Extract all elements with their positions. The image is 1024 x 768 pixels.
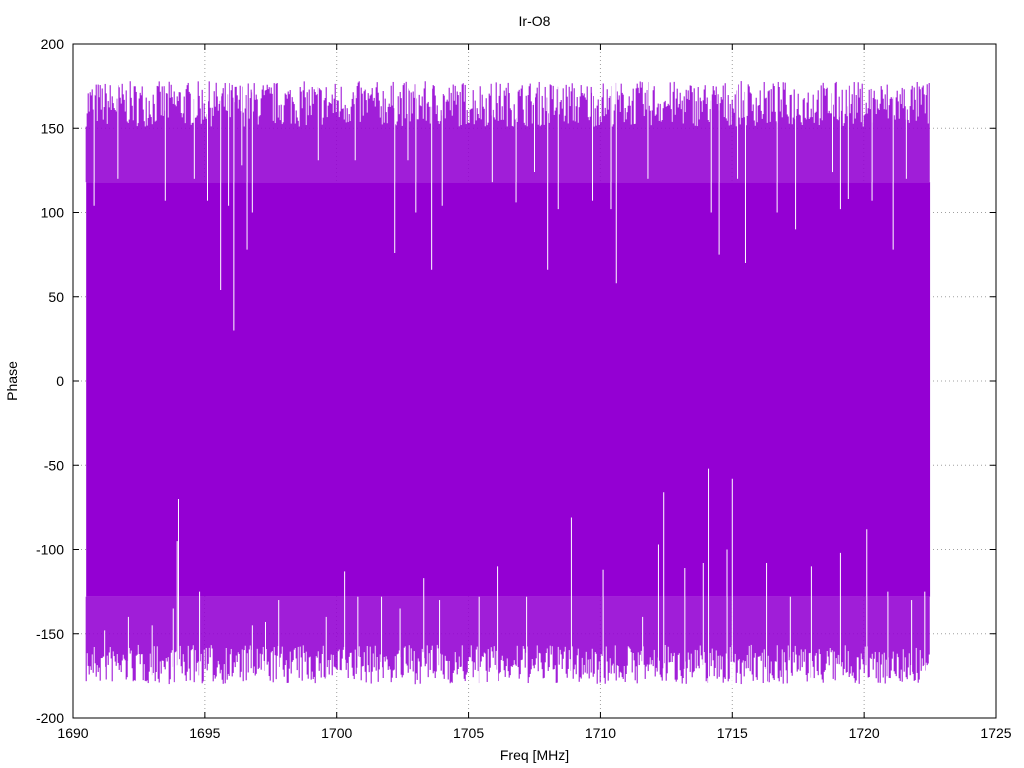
- x-tick-label: 1705: [453, 725, 484, 741]
- x-axis-label: Freq [MHz]: [500, 747, 569, 763]
- x-tick-label: 1725: [980, 725, 1011, 741]
- x-tick-label: 1715: [717, 725, 748, 741]
- x-tick-label: 1695: [189, 725, 220, 741]
- series-band: [86, 182, 931, 597]
- x-tick-label: 1710: [585, 725, 616, 741]
- chart-title: Ir-O8: [519, 13, 551, 29]
- chart-svg: 1690 1695 1700 1705 1710 1715 1720 1725 -200 -150…: [4, 13, 1012, 763]
- y-tick-label: -150: [36, 626, 64, 642]
- y-tick-label: 150: [41, 120, 65, 136]
- y-tick-label: -100: [36, 542, 64, 558]
- x-tick-label: 1720: [849, 725, 880, 741]
- y-tick-label: 100: [41, 205, 65, 221]
- y-axis-label: Phase: [4, 361, 20, 401]
- y-tick-label: 200: [41, 36, 65, 52]
- y-tick-label: -50: [44, 457, 64, 473]
- y-tick-label: -200: [36, 710, 64, 726]
- x-tick-label: 1690: [57, 725, 88, 741]
- y-tick-label: 50: [48, 289, 64, 305]
- series-phase: [85, 77, 931, 688]
- y-tick-label: 0: [56, 373, 64, 389]
- x-tick-label: 1700: [321, 725, 352, 741]
